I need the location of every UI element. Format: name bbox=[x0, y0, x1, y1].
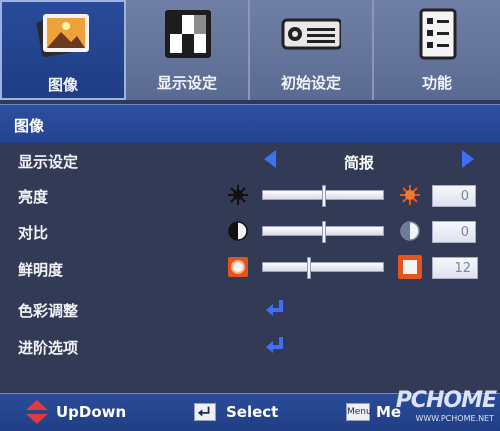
tab-bar: 图像 显示设定 初始设定 功能 bbox=[0, 0, 500, 100]
slider-handle[interactable] bbox=[307, 257, 311, 279]
sharpness-high-icon bbox=[398, 255, 422, 279]
updown-arrows-icon bbox=[26, 400, 48, 424]
contrast-low-icon bbox=[228, 221, 248, 241]
enter-key-icon bbox=[194, 403, 216, 421]
sharpness-value: 12 bbox=[432, 257, 478, 279]
tab-label: 功能 bbox=[421, 74, 452, 92]
tab-options[interactable]: 功能 bbox=[374, 0, 500, 100]
footer-bar: UpDown Select Menu Me PCHOME WWW.PCHOME.… bbox=[0, 388, 500, 431]
tab-label: 初始设定 bbox=[280, 74, 341, 92]
display-mode-value: 简报 bbox=[344, 154, 375, 172]
contrast-value: 0 bbox=[432, 221, 476, 243]
enter-glyph-icon bbox=[197, 406, 210, 417]
watermark-url: WWW.PCHOME.NET bbox=[415, 414, 494, 423]
display-mode-label: 显示设定 bbox=[18, 153, 79, 171]
settings-panel: 显示设定 简报 亮度 0 对比 0 鲜明度 12 色彩调整 进阶选项 bbox=[0, 143, 500, 393]
tab-setup[interactable]: 初始设定 bbox=[250, 0, 374, 100]
brightness-label: 亮度 bbox=[18, 188, 49, 206]
checklist-icon bbox=[419, 8, 457, 60]
advanced-label: 进阶选项 bbox=[18, 339, 79, 357]
select-hint: Select bbox=[226, 403, 279, 421]
section-header: 图像 bbox=[0, 104, 500, 144]
tab-label: 图像 bbox=[47, 76, 78, 94]
menu-key-icon: Menu bbox=[346, 403, 372, 421]
color-adjust-label: 色彩调整 bbox=[18, 302, 79, 320]
section-title: 图像 bbox=[14, 117, 45, 135]
brightness-slider[interactable] bbox=[262, 185, 384, 207]
slider-handle[interactable] bbox=[322, 221, 326, 243]
sharpness-label: 鲜明度 bbox=[18, 261, 64, 279]
sharpness-slider[interactable] bbox=[262, 257, 384, 279]
sun-bright-icon bbox=[400, 185, 420, 205]
watermark-logo: PCHOME bbox=[395, 388, 497, 413]
arrow-left-icon[interactable] bbox=[264, 150, 276, 168]
picture-icon bbox=[36, 14, 89, 58]
contrast-high-icon bbox=[400, 221, 420, 241]
sharpness-low-icon bbox=[228, 257, 248, 277]
tab-display[interactable]: 显示设定 bbox=[126, 0, 250, 100]
updown-hint: UpDown bbox=[56, 403, 127, 421]
display-icon bbox=[165, 10, 211, 58]
contrast-slider[interactable] bbox=[262, 221, 384, 243]
projector-osd-menu: 图像 显示设定 初始设定 功能 图像 显示设定 简报 亮度 0 对比 0 鲜明度… bbox=[0, 0, 500, 431]
sun-dark-icon bbox=[228, 185, 248, 205]
brightness-value: 0 bbox=[432, 185, 476, 207]
enter-icon[interactable] bbox=[264, 335, 286, 357]
tab-label: 显示设定 bbox=[156, 74, 217, 92]
contrast-label: 对比 bbox=[18, 224, 49, 242]
projector-icon bbox=[281, 18, 341, 50]
tab-picture[interactable]: 图像 bbox=[0, 0, 126, 100]
arrow-right-icon[interactable] bbox=[462, 150, 474, 168]
slider-handle[interactable] bbox=[322, 185, 326, 207]
enter-icon[interactable] bbox=[264, 298, 286, 320]
